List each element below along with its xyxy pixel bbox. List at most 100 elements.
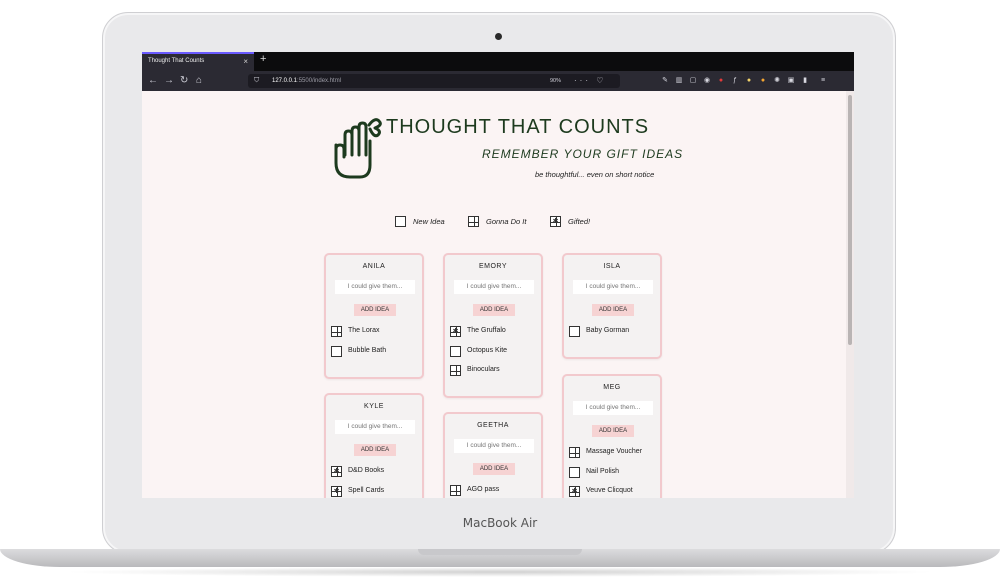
device-label: MacBook Air	[462, 516, 538, 530]
empty-box-icon[interactable]	[569, 466, 580, 478]
gift-box-icon[interactable]: ✱	[331, 485, 342, 497]
wrench-icon[interactable]: ✎	[660, 74, 670, 88]
url-bar[interactable]: ⛉ 127.0.0.1:5500/index.html 90% ··· ♡ ☆	[248, 74, 620, 99]
hand-logo-icon	[334, 118, 382, 179]
empty-box-icon	[395, 216, 406, 227]
idea-item[interactable]: Baby Gorman	[569, 326, 659, 338]
empty-box-icon[interactable]	[331, 345, 342, 357]
idea-label: Bubble Bath	[348, 346, 387, 354]
tab-close-icon[interactable]: ×	[243, 54, 248, 69]
person-name: ISLA	[603, 263, 621, 270]
person-name: ANILA	[362, 263, 386, 270]
reload-icon[interactable]: ↻	[180, 74, 188, 88]
grid-box-icon[interactable]	[569, 447, 580, 458]
browser-tab[interactable]: Thought That Counts ×	[142, 52, 254, 71]
grid-box-icon	[468, 216, 479, 227]
app-tagline: be thoughtful... even on short notice	[535, 170, 655, 179]
person-name: GEETHA	[477, 422, 509, 429]
idea-input[interactable]	[454, 280, 534, 294]
person-card: ANILA ADD IDEA The Lorax Bubble Bath	[324, 253, 424, 379]
person-name: MEG	[603, 384, 621, 391]
extension-icon[interactable]: ●	[744, 74, 754, 88]
idea-item[interactable]: The Lorax	[331, 326, 421, 338]
grid-box-icon[interactable]	[331, 326, 342, 337]
idea-label: Baby Gorman	[586, 327, 630, 334]
math-icon[interactable]: ƒ	[730, 74, 740, 88]
add-idea-button[interactable]: ADD IDEA	[592, 425, 634, 437]
idea-item[interactable]: Bubble Bath	[331, 345, 421, 358]
idea-label: Spell Cards	[348, 486, 385, 494]
legend-label: Gifted!	[568, 217, 591, 226]
screen: Thought That Counts × + ← → ↻ ⌂ ⛉ 127.0.…	[142, 52, 854, 498]
person-card: GEETHA ADD IDEA AGO pass	[443, 412, 543, 498]
tab-bar: Thought That Counts × +	[142, 52, 854, 71]
scrollbar-thumb[interactable]	[848, 95, 852, 345]
url-text: 127.0.0.1:5500/index.html	[272, 74, 341, 88]
cookie-icon[interactable]: ●	[758, 74, 768, 88]
tab-title: Thought That Counts	[148, 58, 205, 64]
gift-box-icon[interactable]: ✱	[331, 466, 342, 477]
idea-item[interactable]: ✱ The Gruffalo	[450, 326, 540, 338]
grid-box-icon[interactable]	[450, 485, 461, 496]
sidebar-icon[interactable]: ▢	[688, 74, 698, 88]
idea-item[interactable]: ✱ D&D Books	[331, 466, 421, 478]
idea-label: AGO pass	[467, 486, 500, 493]
gift-box-icon[interactable]: ✱	[450, 326, 461, 337]
person-name: EMORY	[478, 263, 508, 270]
idea-item[interactable]: AGO pass	[450, 485, 540, 497]
camera-dot	[495, 33, 502, 40]
add-idea-button[interactable]: ADD IDEA	[354, 304, 396, 316]
idea-item[interactable]: Octopus Kite	[450, 345, 540, 358]
idea-item[interactable]: Massage Voucher	[569, 447, 659, 459]
add-idea-button[interactable]: ADD IDEA	[354, 444, 396, 456]
url-path: :5500/index.html	[297, 78, 342, 84]
idea-input[interactable]	[573, 401, 653, 415]
forward-icon[interactable]: →	[164, 74, 174, 88]
app-subtitle: REMEMBER YOUR GIFT IDEAS	[482, 147, 684, 161]
idea-item[interactable]: ✱ Spell Cards	[331, 485, 421, 498]
idea-label: Octopus Kite	[467, 346, 508, 354]
add-idea-button[interactable]: ADD IDEA	[473, 463, 515, 475]
account-icon[interactable]: ◉	[702, 74, 712, 88]
ublock-icon[interactable]: ●	[716, 74, 726, 88]
add-idea-button[interactable]: ADD IDEA	[473, 304, 515, 316]
idea-input[interactable]	[573, 280, 653, 294]
person-card: MEG ADD IDEA Massage Voucher Nail Polish ✱ Ve…	[562, 374, 662, 498]
idea-label: Nail Polish	[586, 467, 620, 475]
person-card: EMORY ADD IDEA ✱ The Gruffalo Octopus Kite Bi…	[443, 253, 543, 398]
idea-label: Massage Voucher	[586, 448, 643, 455]
person-card: ISLA ADD IDEA Baby Gorman	[562, 253, 662, 359]
gift-box-icon[interactable]: ✱	[569, 486, 580, 497]
idea-label: The Gruffalo	[467, 327, 506, 334]
idea-input[interactable]	[335, 420, 415, 434]
back-icon[interactable]: ←	[148, 74, 158, 88]
new-tab-button[interactable]: +	[260, 53, 266, 65]
screenshot-icon[interactable]: ▣	[786, 74, 796, 88]
shield-icon[interactable]: ⛉	[254, 74, 259, 88]
grid-box-icon[interactable]	[450, 365, 461, 376]
idea-item[interactable]: Nail Polish	[569, 466, 659, 479]
empty-box-icon[interactable]	[450, 345, 461, 357]
idea-label: D&D Books	[348, 467, 385, 474]
idea-input[interactable]	[454, 439, 534, 453]
idea-label: The Lorax	[348, 327, 380, 334]
page-viewport: THOUGHT THAT COUNTS REMEMBER YOUR GIFT I…	[142, 91, 854, 498]
gift-box-icon: ✱	[550, 216, 561, 227]
idea-item[interactable]: Binoculars	[450, 365, 540, 377]
idea-label: Binoculars	[467, 366, 500, 373]
empty-box-icon[interactable]	[569, 326, 580, 337]
zoom-level[interactable]: 90%	[550, 74, 561, 88]
add-idea-button[interactable]: ADD IDEA	[592, 304, 634, 316]
idea-item[interactable]: ✱ Veuve Clicquot	[569, 486, 659, 498]
home-icon[interactable]: ⌂	[196, 74, 202, 88]
library-icon[interactable]: ▥	[674, 74, 684, 88]
laptop-shadow	[60, 567, 940, 577]
settings-icon[interactable]: ✺	[772, 74, 782, 88]
barcode-icon[interactable]: ▮	[800, 74, 810, 88]
menu-icon[interactable]: ≡	[818, 74, 828, 88]
idea-input[interactable]	[335, 280, 415, 294]
person-name: KYLE	[364, 403, 384, 410]
legend-label: Gonna Do It	[486, 217, 527, 226]
app-title: THOUGHT THAT COUNTS	[386, 116, 650, 138]
legend-label: New Idea	[413, 217, 445, 226]
